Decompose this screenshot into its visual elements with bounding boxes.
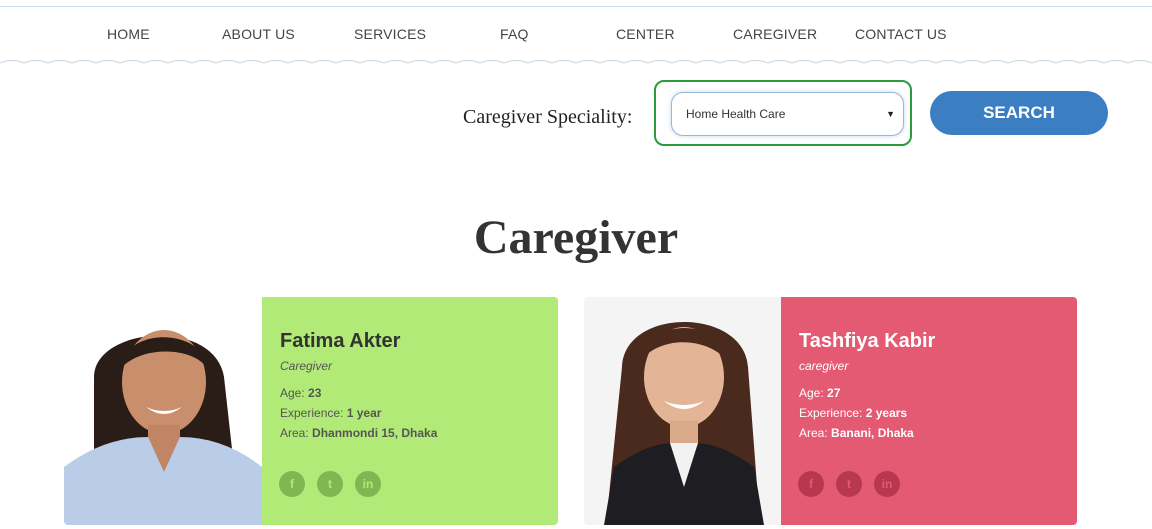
nav-item-services[interactable]: SERVICES [354, 26, 426, 42]
caregiver-photo-image [584, 297, 781, 525]
caregiver-area: Area: Dhanmondi 15, Dhaka [280, 426, 438, 440]
main-navigation: HOME ABOUT US SERVICES FAQ CENTER CAREGI… [0, 26, 1152, 46]
caregiver-experience: Experience: 1 year [280, 406, 382, 420]
caregiver-card[interactable]: Tashfiya Kabir caregiver Age: 27 Experie… [584, 297, 1077, 525]
speciality-select[interactable]: Home Health Care ▼ [671, 92, 904, 136]
caregiver-card[interactable]: Fatima Akter Caregiver Age: 23 Experienc… [64, 297, 558, 525]
twitter-icon[interactable]: t [317, 471, 343, 497]
search-bar: Caregiver Speciality: Home Health Care ▼… [0, 80, 1152, 150]
facebook-icon[interactable]: f [798, 471, 824, 497]
chevron-down-icon: ▼ [886, 109, 895, 119]
speciality-label: Caregiver Speciality: [463, 106, 633, 128]
linkedin-icon[interactable]: in [874, 471, 900, 497]
caregiver-area: Area: Banani, Dhaka [799, 426, 914, 440]
nav-item-faq[interactable]: FAQ [500, 26, 529, 42]
top-divider [0, 6, 1152, 7]
nav-item-center[interactable]: CENTER [616, 26, 675, 42]
nav-item-home[interactable]: HOME [107, 26, 150, 42]
nav-item-contact-us[interactable]: CONTACT US [855, 26, 947, 42]
caregiver-photo [584, 297, 781, 525]
caregiver-photo [64, 297, 262, 525]
facebook-icon[interactable]: f [279, 471, 305, 497]
speciality-selected-value: Home Health Care [686, 107, 786, 121]
caregiver-info: Tashfiya Kabir caregiver Age: 27 Experie… [781, 297, 1077, 525]
caregiver-age: Age: 27 [799, 386, 841, 400]
twitter-icon[interactable]: t [836, 471, 862, 497]
caregiver-age: Age: 23 [280, 386, 322, 400]
caregiver-name: Tashfiya Kabir [799, 330, 936, 352]
wavy-divider [0, 60, 1152, 64]
caregiver-role: Caregiver [280, 359, 333, 373]
caregiver-experience: Experience: 2 years [799, 406, 908, 420]
caregiver-info: Fatima Akter Caregiver Age: 23 Experienc… [262, 297, 558, 525]
caregiver-role: caregiver [799, 359, 849, 373]
nav-item-about-us[interactable]: ABOUT US [222, 26, 295, 42]
nav-item-caregiver[interactable]: CAREGIVER [733, 26, 817, 42]
search-button[interactable]: SEARCH [930, 91, 1108, 135]
caregiver-name: Fatima Akter [280, 330, 401, 352]
linkedin-icon[interactable]: in [355, 471, 381, 497]
page-title: Caregiver [473, 211, 679, 264]
caregiver-photo-image [64, 297, 262, 525]
